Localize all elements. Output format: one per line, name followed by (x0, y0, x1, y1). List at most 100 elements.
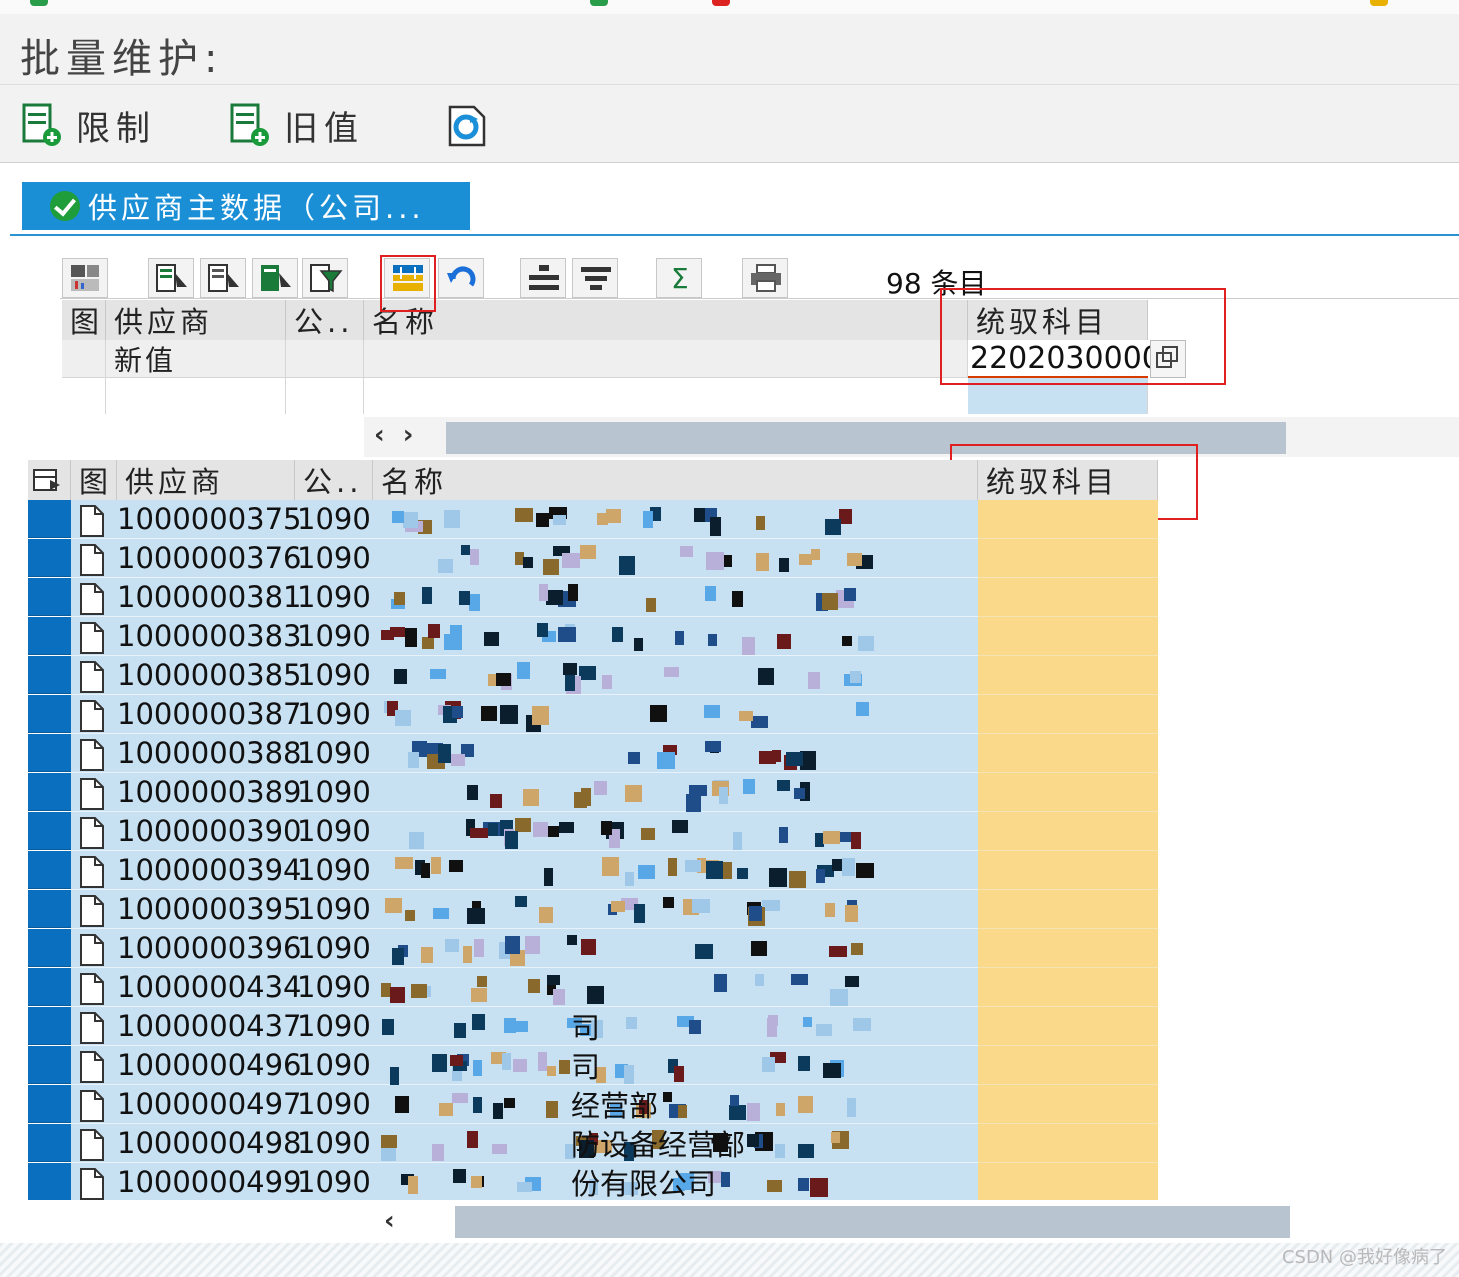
undo-button[interactable] (438, 258, 484, 298)
row-selector[interactable] (28, 851, 71, 889)
sort-asc-button[interactable] (148, 258, 194, 298)
restrict-button[interactable]: 限制 (22, 100, 156, 150)
table-row[interactable]: 1000000496 1090 司 (71, 1046, 978, 1085)
recon-account-cell[interactable] (978, 1163, 1158, 1202)
redacted-name-pixel (777, 780, 790, 791)
recon-account-cell[interactable] (978, 500, 1158, 539)
subtotal-button[interactable] (572, 258, 618, 298)
filter-button[interactable] (302, 258, 348, 298)
status-area (0, 1243, 1459, 1277)
redacted-name-pixel (747, 1103, 760, 1121)
sort-desc-button[interactable] (200, 258, 246, 298)
refresh-button[interactable] (444, 100, 498, 150)
recon-account-cell[interactable] (978, 1046, 1158, 1085)
company-cell: 1090 (297, 502, 371, 536)
table-row[interactable]: 1000000385 1090 (71, 656, 978, 695)
recon-account-cell[interactable] (978, 890, 1158, 929)
layout-button[interactable] (28, 460, 71, 500)
recon-account-cell[interactable] (978, 812, 1158, 851)
table-row[interactable]: 1000000394 1090 (71, 851, 978, 890)
row-selector[interactable] (28, 1007, 71, 1045)
print-button[interactable] (742, 258, 788, 298)
redacted-name-pixel (657, 752, 675, 769)
redacted-name-pixel (705, 741, 721, 752)
vendor-cell: 1000000394 (117, 853, 302, 887)
row-selector[interactable] (28, 1046, 71, 1084)
recon-account-cell[interactable] (978, 695, 1158, 734)
name-cell: 防设备经营部 (571, 1128, 746, 1162)
recon-account-cell[interactable] (978, 1007, 1158, 1046)
table-row[interactable]: 1000000395 1090 (71, 890, 978, 929)
redacted-name-pixel (470, 549, 479, 565)
recon-account-cell[interactable] (978, 968, 1158, 1007)
table-row[interactable]: 1000000396 1090 (71, 929, 978, 968)
row-selector[interactable] (28, 968, 71, 1006)
table-row[interactable]: 1000000497 1090 经营部 (71, 1085, 978, 1124)
recon-account-cell[interactable] (978, 617, 1158, 656)
recon-account-cell[interactable] (978, 851, 1158, 890)
header-company[interactable]: 公.. (295, 460, 373, 500)
table-row[interactable]: 1000000375 1090 (71, 500, 978, 539)
row-selector[interactable] (28, 773, 71, 811)
header-vendor[interactable]: 供应商 (106, 300, 286, 340)
redacted-name-pixel (798, 1056, 810, 1071)
recon-account-cell[interactable] (978, 734, 1158, 773)
redacted-name-pixel (694, 508, 705, 522)
recon-account-cell[interactable] (978, 1085, 1158, 1124)
recon-account-cell[interactable] (978, 773, 1158, 812)
row-selector[interactable] (28, 1085, 71, 1123)
header-recon-account[interactable]: 统驭科目 (978, 460, 1158, 500)
table-row[interactable]: 1000000381 1090 (71, 578, 978, 617)
row-selector[interactable] (28, 617, 71, 655)
recon-account-cell[interactable] (978, 929, 1158, 968)
row-selector[interactable] (28, 500, 71, 538)
total-button[interactable] (520, 258, 566, 298)
header-vendor[interactable]: 供应商 (117, 460, 295, 500)
recon-account-cell[interactable] (978, 656, 1158, 695)
table-row[interactable]: 1000000499 1090 份有限公司 (71, 1163, 978, 1202)
table-row[interactable]: 1000000376 1090 (71, 539, 978, 578)
table-row[interactable]: 1000000390 1090 (71, 812, 978, 851)
row-selector[interactable] (28, 1163, 71, 1201)
recon-account-cell[interactable] (978, 539, 1158, 578)
details-button[interactable] (62, 258, 108, 298)
row-selector[interactable] (28, 1124, 71, 1162)
redacted-name-pixel (729, 1105, 746, 1120)
header-name[interactable]: 名称 (373, 460, 978, 500)
scroll-arrows[interactable]: ‹ › (374, 420, 413, 450)
sum-button[interactable]: Σ (656, 258, 702, 298)
name-cell: 司 (571, 1011, 601, 1045)
old-value-button[interactable]: 旧值 (230, 100, 364, 150)
redacted-name-pixel (769, 868, 787, 887)
table-row[interactable]: 1000000498 1090 防设备经营部 (71, 1124, 978, 1163)
row-selector[interactable] (28, 539, 71, 577)
table-row[interactable]: 1000000434 1090 (71, 968, 978, 1007)
table-row[interactable]: 1000000388 1090 (71, 734, 978, 773)
row-selector[interactable] (28, 812, 71, 850)
header-name[interactable]: 名称 (364, 300, 968, 340)
tab-vendor-company-data[interactable]: 供应商主数据（公司... (22, 182, 470, 230)
redacted-name-pixel (469, 594, 480, 611)
table-row[interactable]: 1000000383 1090 (71, 617, 978, 656)
table-row[interactable]: 1000000389 1090 (71, 773, 978, 813)
header-company[interactable]: 公.. (286, 300, 364, 340)
recon-account-cell[interactable] (978, 578, 1158, 617)
redacted-name-pixel (395, 1096, 409, 1113)
redacted-name-pixel (811, 549, 820, 560)
scroll-left-icon: ‹ (384, 1206, 395, 1236)
row-selector[interactable] (28, 578, 71, 616)
find-button[interactable] (252, 258, 298, 298)
table-row[interactable]: 1000000437 1090 司 (71, 1007, 978, 1046)
scroll-arrows[interactable]: ‹ (384, 1206, 395, 1236)
recon-account-cell[interactable] (978, 1124, 1158, 1163)
row-selector[interactable] (28, 695, 71, 733)
row-selector[interactable] (28, 734, 71, 772)
row-selector[interactable] (28, 656, 71, 694)
row-selector[interactable] (28, 890, 71, 928)
redacted-name-pixel (825, 903, 835, 917)
table-row[interactable]: 1000000387 1090 (71, 695, 978, 734)
redacted-name-pixel (628, 752, 640, 764)
redacted-name-pixel (543, 559, 559, 575)
horizontal-scrollbar[interactable] (455, 1206, 1290, 1238)
row-selector[interactable] (28, 929, 71, 967)
